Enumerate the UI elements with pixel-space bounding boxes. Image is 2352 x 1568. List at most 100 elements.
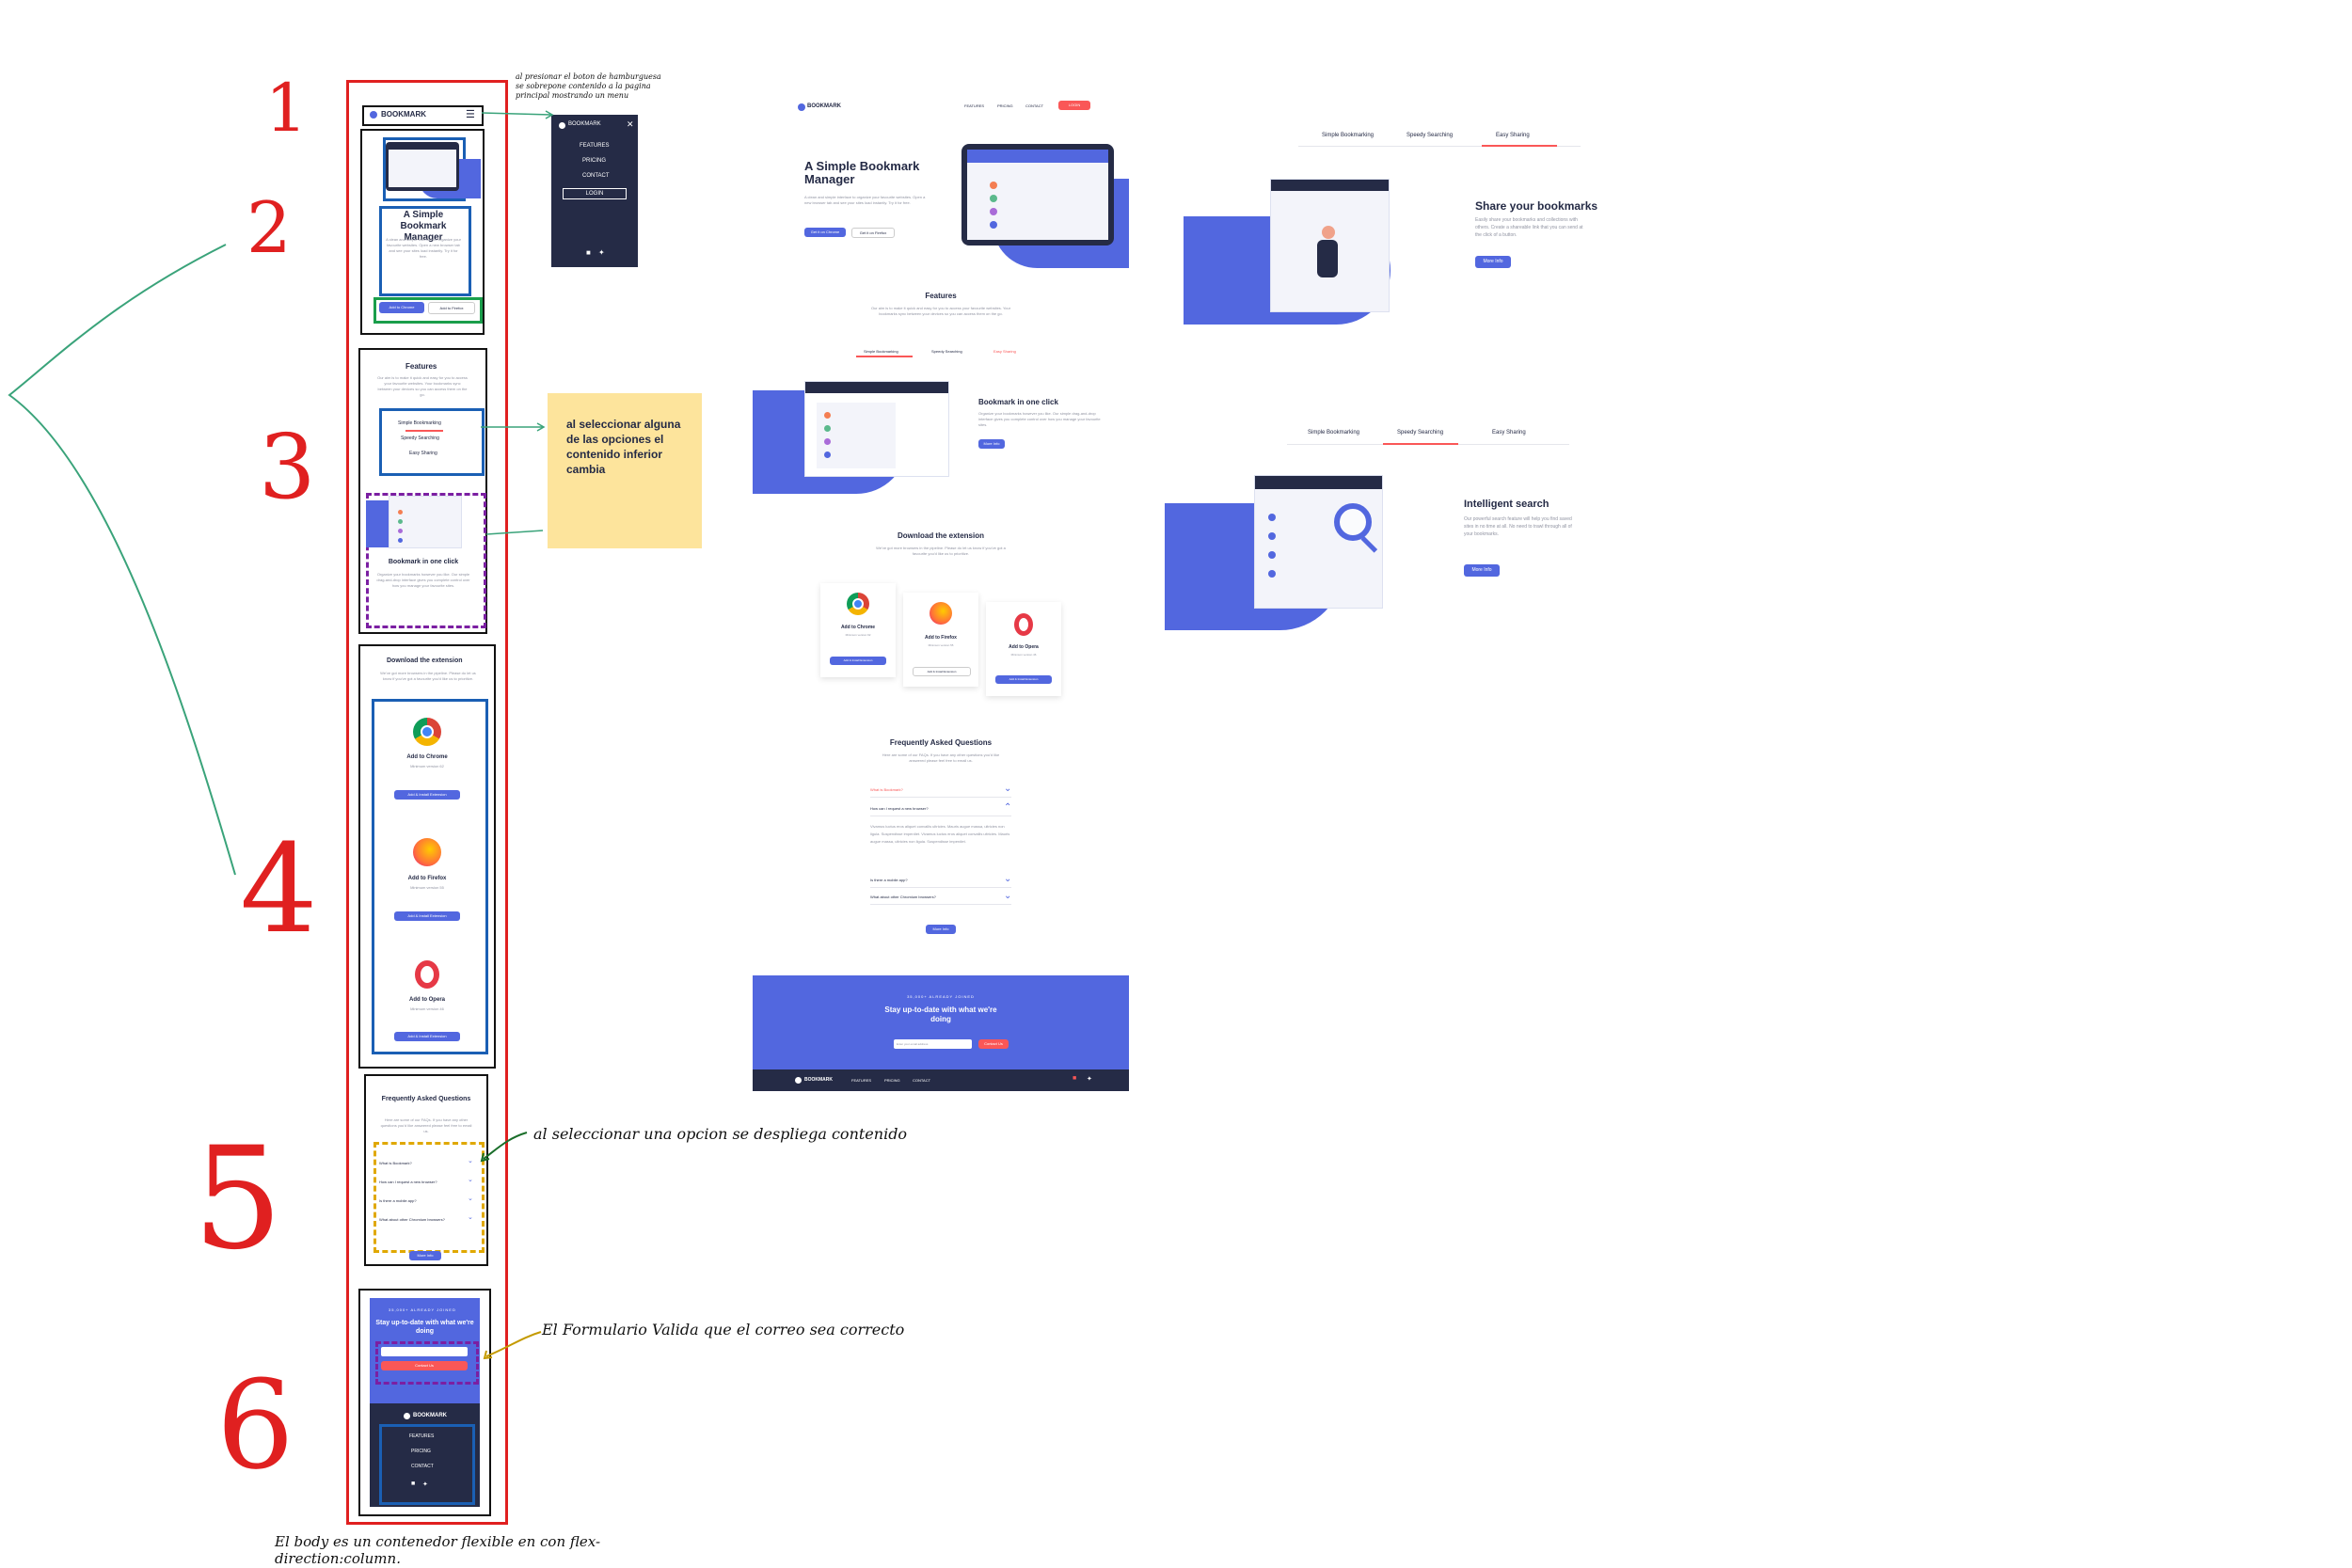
tab-easy-sharing[interactable]: Easy Sharing <box>1492 430 1526 436</box>
active-tab-underline <box>1482 145 1557 147</box>
install-opera-button[interactable]: Add & Install Extension <box>394 1032 460 1041</box>
desktop-footer: BOOKMARK FEATURES PRICING CONTACT ■ ✦ <box>753 1069 1129 1091</box>
install-firefox-button[interactable]: Add & Install Extension <box>394 911 460 921</box>
features-text: Our aim is to make it quick and easy for… <box>377 375 468 397</box>
close-icon[interactable]: ✕ <box>627 119 634 130</box>
desktop-footer-pricing[interactable]: PRICING <box>884 1078 900 1083</box>
search-title: Intelligent search <box>1464 499 1549 510</box>
tab-speedy-searching[interactable]: Speedy Searching <box>1397 430 1443 436</box>
facebook-icon[interactable]: ■ <box>411 1481 415 1487</box>
email-input[interactable] <box>381 1347 468 1356</box>
desktop-faq-row-3[interactable]: Is there a mobile app? ⌄ <box>870 874 1011 888</box>
twitter-icon[interactable]: ✦ <box>422 1481 428 1488</box>
twitter-icon[interactable]: ✦ <box>598 248 605 257</box>
faq-text: Here are some of our FAQs. If you have a… <box>380 1117 472 1133</box>
state-easy-sharing: Simple Bookmarking Speedy Searching Easy… <box>1176 122 1597 348</box>
menu-item-pricing[interactable]: PRICING <box>582 158 606 164</box>
mobile-header: BOOKMARK ☰ <box>362 105 484 126</box>
search-more-info[interactable]: More Info <box>1464 564 1500 577</box>
install-chrome-button[interactable]: Add & Install Extension <box>394 790 460 800</box>
mobile-hero: A Simple Bookmark Manager A clean and si… <box>360 129 485 335</box>
faq-item-2[interactable]: How can I request a new browser? <box>379 1180 437 1184</box>
desktop-install-chrome[interactable]: Add & Install Extension <box>830 657 886 665</box>
note-body: El body es un contenedor flexible en con… <box>275 1533 601 1567</box>
faq-item-3[interactable]: Is there a mobile app? <box>379 1198 417 1203</box>
chevron-up-icon: ⌃ <box>1004 802 1012 813</box>
desktop-tab-easy[interactable]: Easy Sharing <box>993 349 1016 354</box>
desktop-install-opera[interactable]: Add & Install Extension <box>995 675 1052 684</box>
desktop-feature-more-info[interactable]: More Info <box>978 439 1005 449</box>
desktop-footer-features[interactable]: FEATURES <box>851 1078 871 1083</box>
desktop-firefox-version: Minimum version 55 <box>928 643 954 647</box>
desktop-feature-title: Bookmark in one click <box>978 398 1058 406</box>
faq-item-4[interactable]: What about other Chromium browsers? <box>379 1217 445 1222</box>
add-to-chrome-button[interactable]: Add to Chrome <box>379 302 424 313</box>
desktop-features-text: Our aim is to make it quick and easy for… <box>870 306 1011 316</box>
note-tabs: al seleccionar alguna de las opciones el… <box>548 393 702 548</box>
get-chrome-button[interactable]: Get it on Chrome <box>804 228 846 237</box>
faq-item-1[interactable]: What is Bookmark? <box>379 1161 412 1165</box>
contact-us-button[interactable]: Contact Us <box>381 1361 468 1370</box>
desktop-faq-more-info[interactable]: More Info <box>926 925 956 934</box>
search-text: Our powerful search feature will help yo… <box>1464 516 1572 537</box>
tab-speedy-searching[interactable]: Speedy Searching <box>401 436 439 441</box>
desktop-tablet-illustration <box>961 144 1114 245</box>
faq-title: Frequently Asked Questions <box>381 1096 471 1102</box>
faq-more-info-button[interactable]: More Info <box>409 1251 441 1260</box>
desktop-install-firefox[interactable]: Add & Install Extension <box>913 667 971 676</box>
menu-item-features[interactable]: FEATURES <box>580 143 610 149</box>
footer-link-contact[interactable]: CONTACT <box>411 1464 434 1469</box>
desktop-faq-row-2[interactable]: How can I request a new browser? ⌃ <box>870 802 1011 816</box>
menu-login-button[interactable]: LOGIN <box>563 188 627 199</box>
hamburger-icon[interactable]: ☰ <box>466 108 475 120</box>
desktop-contact-button[interactable]: Contact Us <box>978 1039 1009 1049</box>
desktop-footer-contact[interactable]: CONTACT <box>913 1078 930 1083</box>
features-title: Features <box>405 362 437 371</box>
footer-link-pricing[interactable]: PRICING <box>411 1449 431 1454</box>
chevron-down-icon: ⌄ <box>1004 891 1012 901</box>
tab-speedy-searching[interactable]: Speedy Searching <box>1406 133 1453 138</box>
section-number-5: 5 <box>193 1117 283 1281</box>
nav-features[interactable]: FEATURES <box>964 103 984 108</box>
desktop-email-input[interactable]: Enter your email address <box>894 1039 972 1049</box>
twitter-icon[interactable]: ✦ <box>1087 1075 1092 1083</box>
sharing-more-info[interactable]: More Info <box>1475 256 1511 268</box>
tab-simple-bookmarking[interactable]: Simple Bookmarking <box>398 420 441 426</box>
desktop-faq-title: Frequently Asked Questions <box>889 738 993 747</box>
logo-icon <box>795 1077 802 1084</box>
tab-simple-bookmarking[interactable]: Simple Bookmarking <box>1308 430 1359 436</box>
desktop-opera-version: Minimum version 46 <box>1010 653 1037 657</box>
nav-login-button[interactable]: LOGIN <box>1058 101 1090 110</box>
section-number-1: 1 <box>265 70 308 147</box>
feature-panel-title: Bookmark in one click <box>388 559 459 565</box>
add-to-firefox-button[interactable]: Add to Firefox <box>428 302 475 314</box>
desktop-tab-speedy[interactable]: Speedy Searching <box>931 349 962 354</box>
get-firefox-button[interactable]: Get it on Firefox <box>851 228 895 238</box>
desktop-tab-simple[interactable]: Simple Bookmarking <box>864 349 898 354</box>
desktop-faq-row-1[interactable]: What is Bookmark? ⌄ <box>870 784 1011 798</box>
nav-pricing[interactable]: PRICING <box>997 103 1013 108</box>
note-tabs-text: al seleccionar alguna de las opciones el… <box>566 418 681 476</box>
desktop-footer-brand: BOOKMARK <box>804 1077 833 1083</box>
section-number-6: 6 <box>216 1354 294 1497</box>
firefox-icon <box>413 838 441 866</box>
desktop-chrome-version: Minimum version 62 <box>845 633 871 637</box>
mobile-menu-overlay: BOOKMARK ✕ FEATURES PRICING CONTACT LOGI… <box>551 115 638 267</box>
footer-brand: BOOKMARK <box>413 1413 447 1418</box>
arrow-icon <box>483 1331 542 1360</box>
tab-easy-sharing[interactable]: Easy Sharing <box>1496 133 1530 138</box>
chevron-down-icon: ⌄ <box>468 1214 473 1221</box>
opera-icon <box>415 960 439 989</box>
tab-simple-bookmarking[interactable]: Simple Bookmarking <box>1322 133 1374 138</box>
facebook-icon[interactable]: ■ <box>1073 1075 1076 1082</box>
desktop-faq-answer: Vivamus luctus eros aliquet convallis ul… <box>870 824 1010 844</box>
sharing-text: Easily share your bookmarks and collecti… <box>1475 217 1583 238</box>
desktop-faq-row-4[interactable]: What about other Chromium browsers? ⌄ <box>870 891 1011 905</box>
chrome-card-title: Add to Chrome <box>406 754 448 760</box>
tab-easy-sharing[interactable]: Easy Sharing <box>409 451 437 456</box>
menu-item-contact[interactable]: CONTACT <box>582 173 610 179</box>
facebook-icon[interactable]: ■ <box>586 248 591 257</box>
nav-contact[interactable]: CONTACT <box>1025 103 1043 108</box>
active-tab-underline <box>856 356 913 357</box>
footer-link-features[interactable]: FEATURES <box>409 1433 434 1439</box>
